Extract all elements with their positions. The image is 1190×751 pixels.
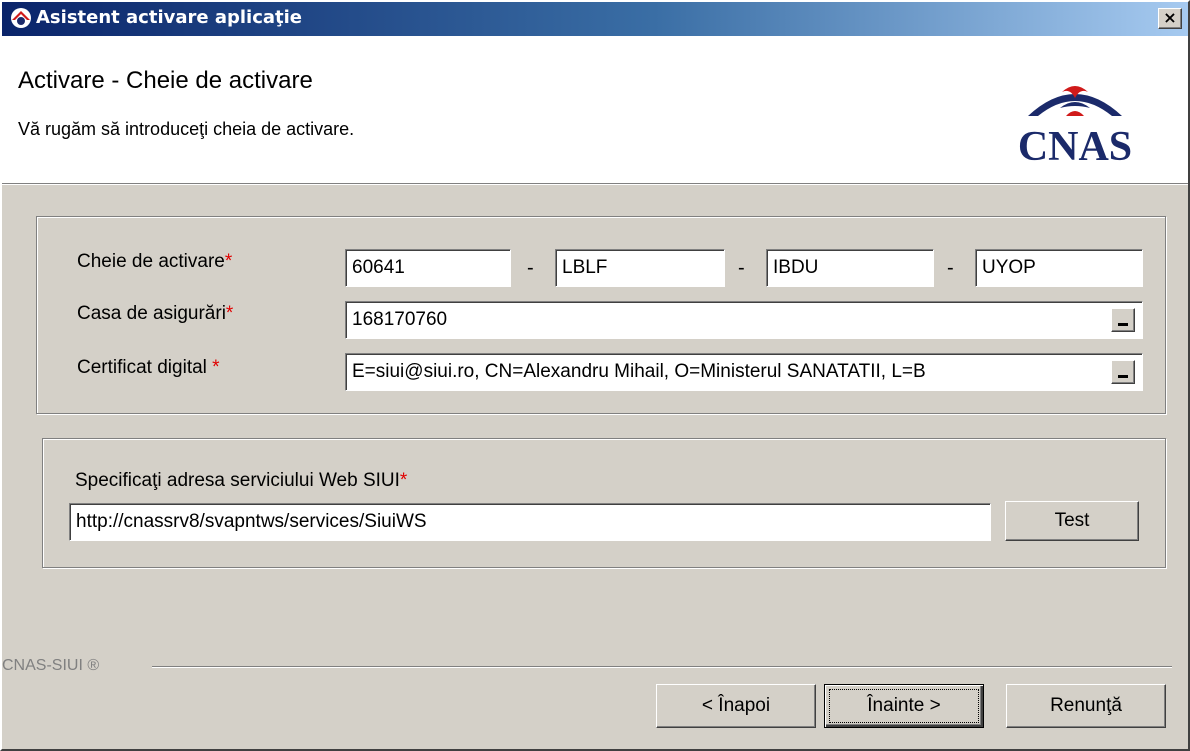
activation-key-part-3[interactable]: IBDU (766, 249, 934, 287)
insurance-house-value: 168170760 (352, 309, 448, 330)
digital-certificate-browse-button[interactable] (1111, 360, 1135, 384)
cnas-logo: CNAS (1000, 78, 1150, 168)
activation-key-part-2[interactable]: LBLF (555, 249, 725, 287)
window-title: Asistent activare aplicaţie (36, 7, 303, 28)
key-separator: - (738, 257, 745, 279)
insurance-house-label: Casa de asigurări* (77, 303, 234, 324)
insurance-house-browse-button[interactable] (1111, 308, 1135, 332)
required-mark: * (212, 357, 220, 378)
key-separator: - (947, 257, 954, 279)
required-mark: * (399, 470, 408, 491)
footer-brand: CNAS-SIUI ® (2, 657, 100, 674)
dialog-window: Asistent activare aplicaţie × Activare -… (0, 0, 1190, 751)
next-button[interactable]: Înainte > (824, 684, 984, 728)
app-icon (11, 8, 31, 28)
header-divider (2, 184, 1188, 185)
digital-certificate-label: Certificat digital * (77, 357, 220, 378)
back-button[interactable]: < Înapoi (656, 684, 816, 728)
activation-key-part-1[interactable]: 60641 (345, 249, 511, 287)
close-button[interactable]: × (1158, 8, 1182, 29)
next-button-label: Înainte > (867, 695, 941, 716)
digital-certificate-field[interactable]: E=siui@siui.ro, CN=Alexandru Mihail, O=M… (345, 353, 1143, 391)
activation-group: Cheie de activare* 60641 - LBLF - IBDU -… (36, 216, 1166, 414)
test-button[interactable]: Test (1005, 501, 1139, 541)
title-bar[interactable]: Asistent activare aplicaţie × (2, 2, 1188, 36)
web-service-url-input[interactable]: http://cnassrv8/svapntws/services/SiuiWS (69, 503, 991, 541)
wizard-header: Activare - Cheie de activare Vă rugăm să… (2, 36, 1188, 184)
web-service-group: Specificaţi adresa serviciului Web SIUI*… (42, 438, 1166, 568)
cnas-emblem-icon (1028, 86, 1122, 116)
page-subtitle: Vă rugăm să introduceţi cheia de activar… (18, 119, 355, 139)
close-icon: × (1163, 8, 1177, 27)
key-separator: - (527, 257, 534, 279)
insurance-house-field[interactable]: 168170760 (345, 301, 1143, 339)
page-title: Activare - Cheie de activare (18, 67, 313, 94)
required-mark: * (225, 303, 234, 324)
footer-divider (152, 666, 1172, 668)
logo-text: CNAS (1017, 124, 1133, 170)
activation-key-part-4[interactable]: UYOP (975, 249, 1143, 287)
web-service-label: Specificaţi adresa serviciului Web SIUI* (75, 470, 408, 491)
required-mark: * (224, 251, 233, 272)
digital-certificate-value: E=siui@siui.ro, CN=Alexandru Mihail, O=M… (352, 361, 926, 382)
activation-key-label: Cheie de activare* (77, 251, 233, 272)
cancel-button[interactable]: Renunţă (1006, 684, 1166, 728)
